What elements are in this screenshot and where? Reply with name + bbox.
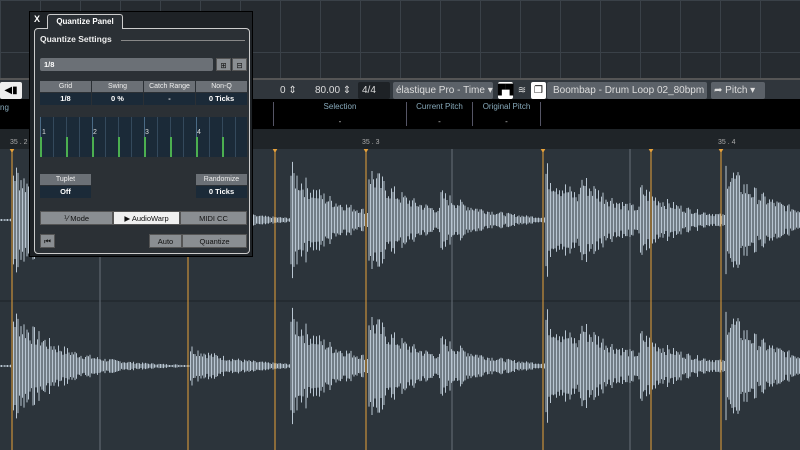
clip-dropdown[interactable]: Boombap - Drum Loop 02_80bpm ▾ [547, 82, 707, 113]
pitch-dropdown[interactable]: ➦ Pitch ▾ [711, 82, 765, 99]
beat-label: 3 [145, 129, 149, 136]
catch-range-field[interactable]: - [144, 93, 195, 105]
tuplet-mode-icon: ⅟ [63, 214, 69, 223]
grid-line [105, 117, 106, 157]
signature-field[interactable]: 4/4 [358, 82, 390, 99]
grid-line [235, 117, 236, 157]
value-text: 0 [280, 85, 286, 96]
value-field[interactable]: 0 ⇕ [280, 82, 302, 99]
grid-line [183, 117, 184, 157]
grid-tick [170, 137, 172, 157]
beat-label: 4 [197, 129, 201, 136]
warp-marker-icon [363, 149, 369, 153]
section-title: Quantize Settings [40, 34, 112, 44]
layers-icon[interactable]: ≋ [515, 82, 529, 99]
current-pitch-label: Current Pitch [416, 102, 463, 111]
randomize-label: Randomize [196, 174, 247, 185]
grid-tick [222, 137, 224, 157]
algorithm-dropdown[interactable]: élastique Pro - Time ▾ [393, 82, 493, 99]
swing-field[interactable]: 0 % [92, 93, 143, 105]
pitch-icon: ➦ [714, 85, 723, 96]
audiowarp-text: AudioWarp [131, 214, 169, 223]
selection-value: - [338, 117, 342, 126]
warp-marker-icon [272, 149, 278, 153]
ruler-mark: 35 . 4 [718, 139, 736, 146]
tempo-text: 80.00 [315, 85, 341, 96]
reset-icon[interactable]: ⏮ [40, 234, 55, 248]
warp-marker-icon [648, 149, 654, 153]
remove-preset-button[interactable]: ⊟ [232, 58, 247, 71]
selection-label: Selection [323, 102, 357, 111]
warp-marker-icon [718, 149, 724, 153]
grid-select[interactable]: 1/8 [40, 93, 91, 105]
tempo-field[interactable]: 80.00 ⇕ [315, 82, 355, 99]
quantize-panel: X Quantize Panel Quantize Settings 1/8 ⊞… [29, 11, 253, 257]
catch-range-label: Catch Range [144, 81, 195, 92]
add-preset-button[interactable]: ⊞ [216, 58, 231, 71]
non-q-label: Non-Q [196, 81, 247, 92]
original-pitch-value: - [505, 117, 508, 126]
grid-line [79, 117, 80, 157]
beat-label: 1 [42, 129, 46, 136]
selection-info: Selection - [273, 102, 407, 126]
tab-quantize-panel[interactable]: Quantize Panel [47, 14, 123, 29]
speaker-icon[interactable]: ◀▮ [0, 82, 22, 99]
grid-label: Grid [40, 81, 91, 92]
midi-cc-button[interactable]: MIDI CC [180, 211, 247, 225]
grid-tick [40, 137, 42, 157]
left-label: ng [0, 103, 9, 112]
divider [121, 40, 245, 41]
grid-line [53, 117, 54, 157]
original-pitch-info: Original Pitch - [473, 102, 541, 126]
grid-tick [144, 137, 146, 157]
pitch-text: Pitch [725, 85, 748, 96]
tuplet-field[interactable]: Off [40, 186, 91, 198]
non-q-field[interactable]: 0 Ticks [196, 93, 247, 105]
quantize-button[interactable]: Quantize [182, 234, 247, 248]
mode-button[interactable]: ⅟ Mode [40, 211, 113, 225]
snap-icon[interactable]: ▛▜ [498, 82, 513, 99]
close-button[interactable]: X [34, 14, 40, 24]
grid-line [131, 117, 132, 157]
grid-tick [92, 137, 94, 157]
grid-line [157, 117, 158, 157]
current-pitch-value: - [438, 117, 441, 126]
original-pitch-label: Original Pitch [482, 102, 531, 111]
grid-tick [118, 137, 120, 157]
preset-text: 1/8 [44, 60, 55, 69]
grid-tick [66, 137, 68, 157]
beat-label: 2 [93, 129, 97, 136]
warp-marker-icon [540, 149, 546, 153]
grid-line [209, 117, 210, 157]
mode-text: Mode [70, 214, 90, 223]
preset-dropdown[interactable]: 1/8 [40, 58, 213, 71]
ruler-mark: 35 . 3 [362, 139, 380, 146]
swing-label: Swing [92, 81, 143, 92]
auto-button[interactable]: Auto [149, 234, 182, 248]
tuplet-label: Tuplet [40, 174, 91, 185]
current-pitch-info: Current Pitch - [407, 102, 473, 126]
quantize-grid-display[interactable]: 1 2 3 4 [40, 117, 247, 157]
clip-name: Boombap - Drum Loop 02_80bpm [553, 85, 705, 96]
randomize-field[interactable]: 0 Ticks [196, 186, 247, 198]
copy-icon[interactable]: ❐ [531, 82, 546, 99]
audiowarp-button[interactable]: ▶ AudioWarp [113, 211, 180, 225]
algorithm-text: élastique Pro - Time [396, 85, 485, 96]
ruler-mark: 35 . 2 [10, 139, 28, 146]
grid-tick [196, 137, 198, 157]
audiowarp-icon: ▶ [124, 214, 131, 223]
warp-marker-icon [9, 149, 15, 153]
